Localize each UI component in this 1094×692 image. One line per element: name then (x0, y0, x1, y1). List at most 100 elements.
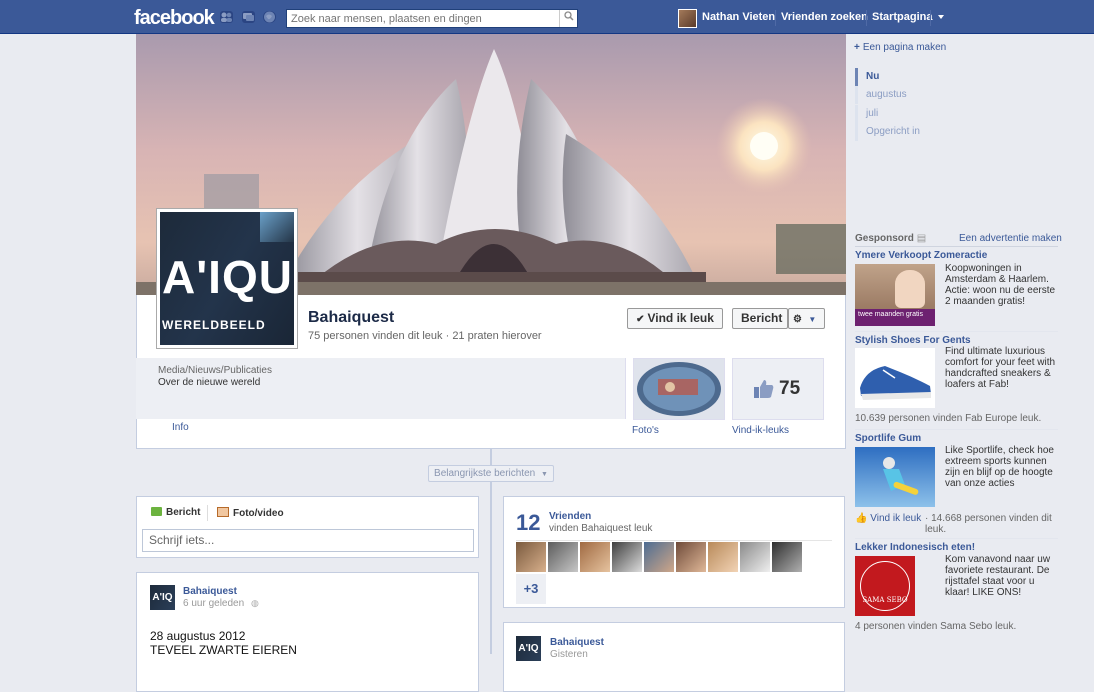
facebook-logo[interactable]: facebook (134, 7, 215, 30)
nav-divider (775, 10, 776, 26)
ad-image[interactable]: SAMA SEBO (855, 556, 915, 616)
likes-label[interactable]: Vind-ik-leuks (732, 425, 789, 436)
page-stats: 75 personen vinden dit leuk · 21 praten … (308, 330, 542, 342)
post-body: 28 augustus 2012 TEVEEL ZWARTE EIEREN (150, 629, 297, 657)
post-author-name[interactable]: Bahaiquest (183, 586, 237, 597)
friend-thumbnail[interactable] (580, 542, 610, 572)
friend-thumbnail[interactable] (772, 542, 802, 572)
year-founded[interactable]: Opgericht in (855, 123, 975, 141)
highlights-filter[interactable]: Belangrijkste berichten ▼ (428, 465, 554, 482)
search-input[interactable] (287, 10, 559, 27)
plus-icon: + (854, 42, 860, 53)
friend-requests-icon[interactable] (220, 11, 233, 23)
post-card: A'IQ Bahaiquest 6 uur geleden ◍ 28 augus… (136, 572, 479, 692)
post-author-avatar[interactable]: A'IQ (150, 585, 175, 610)
ad-text: Koopwoningen in Amsterdam & Haarlem. Act… (945, 263, 1056, 307)
friend-thumbnail[interactable] (548, 542, 578, 572)
info-link[interactable]: Info (172, 422, 189, 433)
gear-icon: ⚙ (793, 314, 802, 325)
photos-tile[interactable] (633, 358, 725, 420)
sponsored-label: Gesponsord (855, 233, 914, 244)
home-link[interactable]: Startpagina (872, 11, 933, 23)
post-timestamp[interactable]: Gisteren (550, 649, 588, 660)
ad-image[interactable] (855, 348, 935, 408)
snowboarder-image (883, 457, 919, 495)
post-composer: Bericht Foto/video Schrijf iets... (136, 496, 479, 558)
create-page-link[interactable]: + Een pagina maken (854, 42, 946, 53)
ad-like-label: Vind ik leuk (870, 513, 922, 524)
post-author-name[interactable]: Bahaiquest (550, 637, 604, 648)
friend-thumbnail[interactable] (708, 542, 738, 572)
ad-person (895, 270, 925, 308)
ad-like-button[interactable]: 👍 Vind ik leuk (855, 513, 921, 524)
divider (855, 538, 1058, 539)
ad-title[interactable]: Ymere Verkoopt Zomeractie (855, 250, 987, 261)
notifications-icon[interactable] (263, 11, 276, 23)
sneaker-image (855, 348, 935, 408)
check-icon: ✔ (636, 314, 645, 325)
nav-divider (866, 10, 867, 26)
account-menu-icon[interactable] (937, 12, 945, 24)
restaurant-logo-text: SAMA SEBO (862, 596, 908, 604)
like-button-label: Vind ik leuk (647, 311, 714, 325)
search-icon[interactable] (559, 10, 577, 27)
profile-pic-subtext: WERELDBEELD (162, 318, 266, 332)
search-box (286, 9, 578, 28)
friends-who-like-card: 12 Vrienden vinden Bahaiquest leuk +3 (503, 496, 845, 608)
friend-thumbnail[interactable] (676, 542, 706, 572)
year-now[interactable]: Nu (855, 68, 975, 86)
composer-input[interactable]: Schrijf iets... (142, 529, 474, 552)
user-name-link[interactable]: Nathan Vieten (702, 11, 775, 23)
friends-label[interactable]: Vrienden (549, 511, 591, 522)
profile-picture[interactable]: A'IQU WERELDBEELD (156, 208, 298, 349)
post-author-avatar[interactable]: A'IQ (516, 636, 541, 661)
like-button[interactable]: ✔ Vind ik leuk (627, 308, 723, 329)
status-tab-label: Bericht (166, 507, 201, 518)
timeline-year-nav: Nu augustus juli Opgericht in (855, 68, 975, 148)
status-icon (151, 507, 162, 516)
status-tab[interactable]: Bericht (151, 507, 200, 518)
friend-thumbnail[interactable] (516, 542, 546, 572)
friend-thumbnail[interactable] (740, 542, 770, 572)
ad-banner: twee maanden gratis (855, 309, 935, 326)
divider (855, 331, 1058, 332)
find-friends-link[interactable]: Vrienden zoeken (781, 11, 868, 23)
ad-icon: ▤ (916, 233, 927, 244)
ad-image[interactable]: twee maanden gratis (855, 264, 935, 326)
likes-count: 75 (779, 378, 801, 399)
more-friends-button[interactable]: +3 (516, 574, 546, 604)
post-card: A'IQ Bahaiquest Gisteren (503, 622, 845, 692)
likes-tile[interactable]: 75 (732, 358, 824, 420)
profile-pic-text: A'IQU (162, 251, 293, 303)
friend-thumbnail[interactable] (644, 542, 674, 572)
friends-count[interactable]: 12 (516, 510, 540, 536)
ad-title[interactable]: Lekker Indonesisch eten! (855, 542, 975, 553)
ad-title[interactable]: Stylish Shoes For Gents (855, 335, 971, 346)
right-sidebar: + Een pagina maken Nu augustus juli Opger… (846, 34, 1094, 654)
divider (855, 246, 1058, 247)
tab-divider (207, 505, 208, 521)
photo-tab-label: Foto/video (233, 508, 284, 519)
friend-thumbnail[interactable] (612, 542, 642, 572)
chevron-down-icon: ▼ (808, 315, 817, 324)
year-july[interactable]: juli (855, 105, 975, 123)
ad-title[interactable]: Sportlife Gum (855, 433, 921, 444)
sponsored-heading: Gesponsord ▤ (855, 233, 926, 244)
thumbs-up-icon: 👍 (855, 513, 868, 524)
nav-divider (930, 10, 931, 26)
message-button[interactable]: Bericht (732, 308, 788, 329)
post-timestamp[interactable]: 6 uur geleden (183, 598, 244, 609)
user-avatar[interactable] (678, 9, 697, 28)
create-ad-link[interactable]: Een advertentie maken (959, 233, 1062, 244)
divider (855, 429, 1058, 430)
ad-image[interactable] (855, 447, 935, 507)
page-title[interactable]: Bahaiquest (308, 309, 394, 327)
camera-icon (217, 507, 229, 517)
photos-label[interactable]: Foto's (632, 425, 659, 436)
messages-icon[interactable] (242, 11, 255, 23)
photo-video-tab[interactable]: Foto/video (217, 507, 284, 519)
settings-button[interactable]: ⚙ ▼ (788, 308, 825, 329)
main-column: A'IQU WERELDBEELD Bahaiquest 75 personen… (136, 34, 846, 692)
year-august[interactable]: augustus (855, 86, 975, 104)
photos-thumbnail (634, 359, 724, 419)
